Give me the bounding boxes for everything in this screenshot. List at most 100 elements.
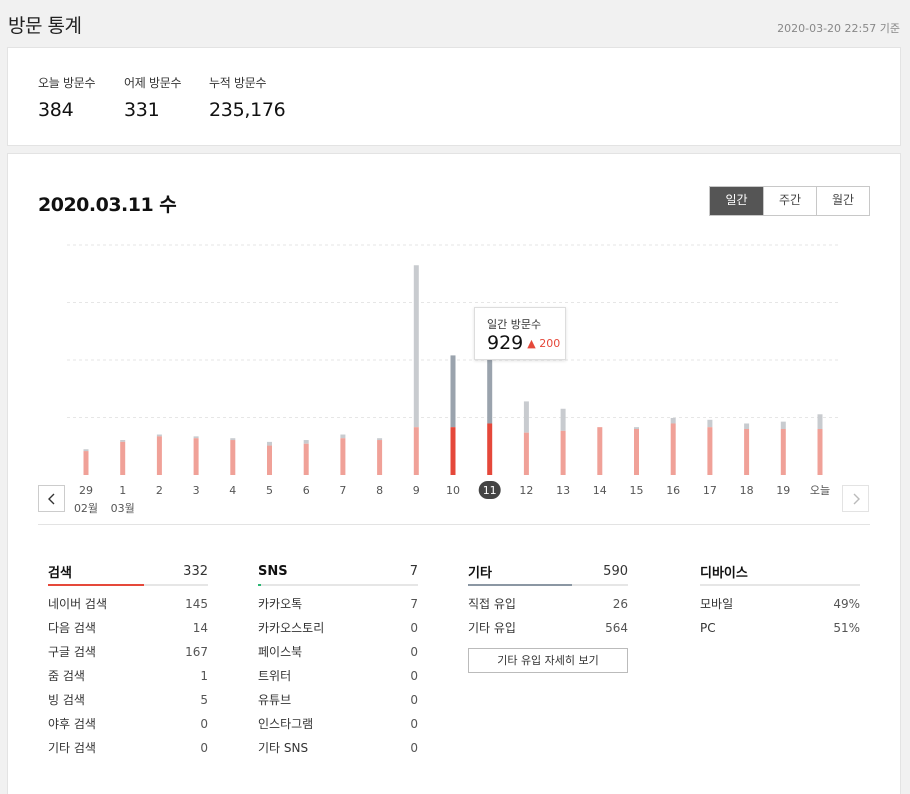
list-item-label: 기타 검색 (48, 741, 96, 755)
x-tick-label: 18 (740, 484, 754, 497)
list-item-label: 트위터 (258, 669, 292, 683)
bar-total (83, 449, 89, 452)
list-item-value: 145 (185, 597, 208, 611)
bar-total (450, 355, 456, 428)
bar-value (487, 423, 493, 475)
bar-value (377, 440, 383, 475)
x-tick-label: 14 (593, 484, 607, 497)
category-bar (700, 584, 860, 586)
summary-label: 어제 방문수 (124, 76, 182, 90)
x-tick-label: 29 (79, 484, 93, 497)
category-bar (48, 584, 208, 586)
bar-value (523, 432, 529, 475)
list-item-value: 14 (192, 621, 208, 635)
prev-button[interactable] (38, 485, 65, 512)
bar-total (267, 441, 272, 446)
list-item: 기타 유입 564 (468, 616, 628, 640)
x-tick-label: 6 (303, 484, 310, 497)
x-tick-label: 3 (193, 484, 200, 497)
category-bar-fill (468, 584, 572, 586)
list-item-value: 564 (605, 621, 628, 635)
bar-value (120, 441, 126, 475)
bar-value (780, 429, 786, 475)
daily-visits-chart: 29 1 2 3 4 5 6 7 8 9 10 11 12 13 14 15 16 17 18 19 오늘02월 03월 (67, 244, 839, 515)
list-item: 인스타그램 0 (258, 712, 418, 736)
bar-total (523, 401, 529, 433)
x-tick-label: 1 (119, 484, 126, 497)
list-item: 줌 검색 1 (48, 664, 208, 688)
summary-card: 오늘 방문수 384 어제 방문수 331 누적 방문수 235,176 (7, 47, 901, 146)
bar-total (340, 434, 346, 439)
list-item-value: 0 (410, 693, 418, 707)
category-header: 기타 590 (468, 558, 628, 584)
bar-total (817, 414, 823, 429)
tooltip-change: ▲ 200 (527, 336, 561, 350)
bar-total (303, 440, 309, 444)
bar-value (744, 429, 750, 475)
list-item-label: 다음 검색 (48, 621, 96, 635)
list-item-value: 0 (410, 741, 418, 755)
category-etc: 기타 590 직접 유입 26 기타 유입 564 기타 유입 자세히 보기 (468, 558, 628, 673)
tooltip-change-value: 200 (539, 336, 561, 350)
bar-value (634, 429, 639, 475)
list-item-label: 카카오스토리 (258, 621, 325, 635)
bar-value (303, 443, 309, 475)
category-bar-fill (48, 584, 144, 586)
summary-value: 235,176 (209, 99, 286, 121)
summary-yesterday: 어제 방문수 331 (124, 74, 182, 121)
bar-value (230, 440, 236, 475)
tooltip-value: 929 (487, 332, 524, 354)
x-tick-label: 17 (703, 484, 717, 497)
stats-card: 2020.03.11 수 일간 주간 월간 29 1 2 3 4 5 6 7 8 9 10 11 12 1… (7, 153, 901, 794)
summary-value: 331 (124, 99, 160, 121)
category-bar-fill (258, 584, 262, 586)
bar-total (193, 436, 199, 439)
bar-total (413, 265, 419, 428)
category-bar (258, 584, 418, 586)
x-tick-label: 16 (666, 484, 680, 497)
bar-total (377, 438, 383, 441)
list-item: 기타 검색 0 (48, 736, 208, 760)
summary-label: 누적 방문수 (209, 76, 267, 90)
chart-tooltip: 일간 방문수 929 ▲ 200 (474, 307, 566, 360)
bar-total (744, 423, 750, 429)
list-item-label: 줌 검색 (48, 669, 85, 683)
next-button[interactable] (842, 485, 869, 512)
list-item-label: 카카오톡 (258, 597, 303, 611)
list-item-value: 5 (200, 693, 208, 707)
list-item: 모바일 49% (700, 592, 860, 616)
list-item: 페이스북 0 (258, 640, 418, 664)
month-label: 02월 (74, 502, 98, 515)
bar-value (156, 436, 162, 475)
list-item-label: 직접 유입 (468, 597, 516, 611)
category-title: 기타 (468, 565, 492, 581)
list-item-label: 기타 유입 (468, 621, 516, 635)
page-title: 방문 통계 (8, 15, 82, 37)
category-device: 디바이스 모바일 49% PC 51% (700, 558, 860, 640)
bar-value (413, 427, 419, 475)
category-total: 332 (183, 563, 208, 579)
bar-value (597, 427, 603, 475)
category-title: SNS (258, 563, 288, 579)
list-item-label: 유튜브 (258, 693, 292, 707)
list-item-label: 야후 검색 (48, 717, 96, 731)
category-total: 590 (603, 563, 628, 579)
list-item-value: 167 (185, 645, 208, 659)
category-title: 검색 (48, 565, 72, 581)
category-search: 검색 332 네이버 검색 145 다음 검색 14 구글 검색 167 줌 검색 1 빙 검색… (48, 558, 208, 760)
list-item: 네이버 검색 145 (48, 592, 208, 616)
category-header: SNS 7 (258, 558, 418, 584)
list-item-value: 51% (833, 621, 860, 635)
bar-total (670, 417, 676, 424)
list-item-label: 모바일 (700, 597, 734, 611)
list-item-label: 네이버 검색 (48, 597, 108, 611)
x-tick-label: 11 (483, 484, 497, 497)
bar-total (707, 419, 713, 428)
list-item-label: 기타 SNS (258, 741, 309, 755)
list-item-value: 0 (410, 669, 418, 683)
bar-total (560, 408, 566, 431)
etc-detail-button[interactable]: 기타 유입 자세히 보기 (468, 648, 628, 673)
list-item: 빙 검색 5 (48, 688, 208, 712)
list-item: 다음 검색 14 (48, 616, 208, 640)
x-tick-label: 2 (156, 484, 163, 497)
